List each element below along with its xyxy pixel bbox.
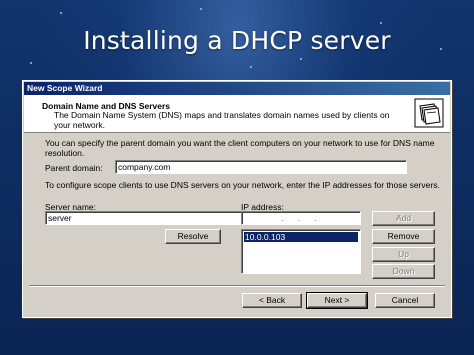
add-button[interactable]: Add [372,211,435,226]
window-title: New Scope Wizard [24,82,450,95]
footer-divider [29,285,445,287]
page-description: The Domain Name System (DNS) maps and tr… [54,110,390,130]
down-button[interactable]: Down [372,264,435,279]
sparkle-decoration [30,62,32,64]
sparkle-decoration [300,58,302,60]
list-item[interactable]: 10.0.0.103 [244,232,358,242]
next-button[interactable]: Next > [306,292,368,309]
up-button[interactable]: Up [372,247,435,262]
sparkle-decoration [60,12,62,14]
back-button[interactable]: < Back [242,293,302,308]
sparkle-decoration [250,66,252,68]
new-scope-wizard-dialog: New Scope Wizard Domain Name and DNS Ser… [22,80,452,318]
ip-address-field[interactable]: . . . [241,211,361,225]
parent-domain-field[interactable]: company.com [115,160,407,174]
cancel-button[interactable]: Cancel [375,293,435,308]
server-name-field[interactable]: server [45,211,257,225]
sparkle-decoration [200,8,202,10]
intro-text: You can specify the parent domain you wa… [45,138,435,158]
resolve-button[interactable]: Resolve [165,229,221,244]
wizard-header: Domain Name and DNS Servers The Domain N… [24,95,450,133]
folders-icon [414,98,444,128]
slide-title: Installing a DHCP server [83,26,391,55]
dns-instruction-text: To configure scope clients to use DNS se… [45,180,440,190]
parent-domain-label: Parent domain: [45,163,103,173]
sparkle-decoration [380,22,382,24]
ip-address-list[interactable]: 10.0.0.103 [241,229,361,274]
remove-button[interactable]: Remove [372,229,435,244]
